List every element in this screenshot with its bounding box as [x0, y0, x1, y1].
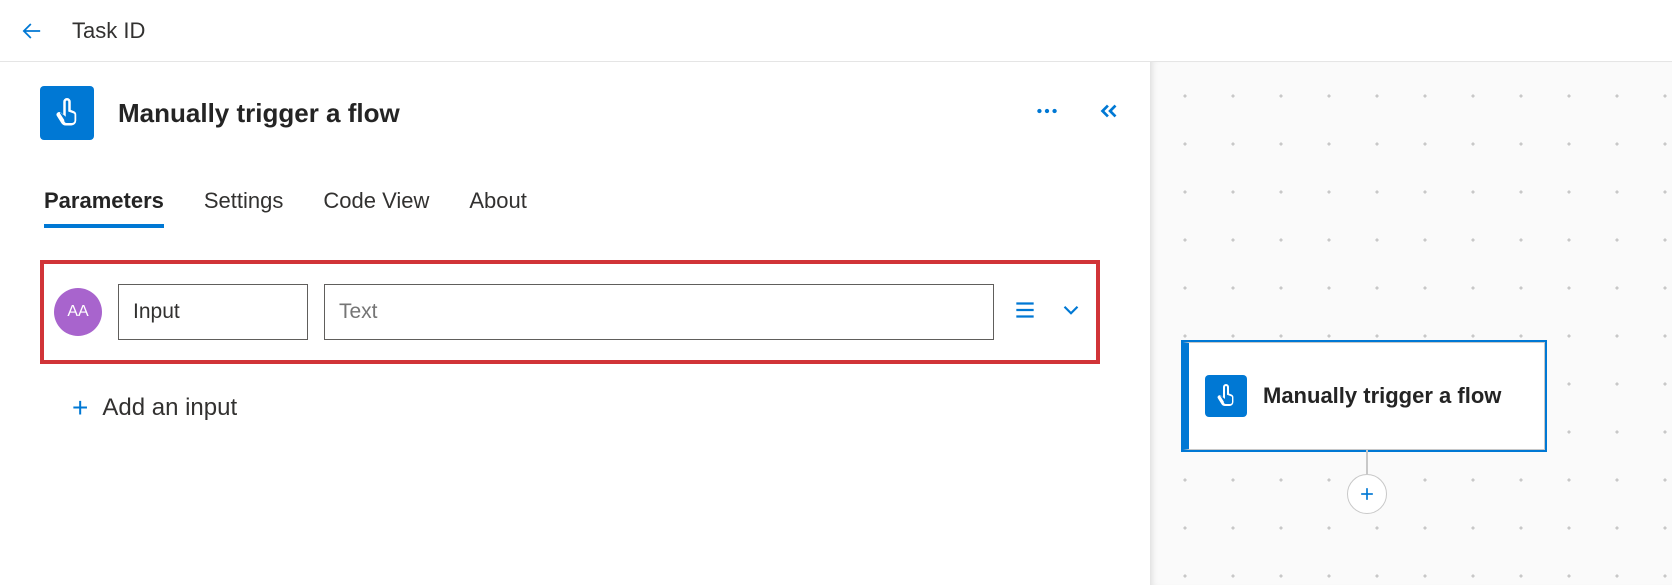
- input-name-field[interactable]: [118, 284, 308, 340]
- connector-line: [1366, 450, 1368, 474]
- panel-actions: [1030, 94, 1126, 133]
- list-button[interactable]: [1010, 295, 1040, 330]
- touch-icon: [52, 98, 82, 128]
- details-panel: Manually trigger a flow Parameters Setti…: [0, 62, 1150, 585]
- plus-icon: +: [72, 392, 88, 424]
- more-horizontal-icon: [1034, 98, 1060, 124]
- tab-code-view[interactable]: Code View: [323, 188, 429, 228]
- input-value-field[interactable]: [324, 284, 994, 340]
- trigger-card[interactable]: Manually trigger a flow: [1183, 342, 1545, 450]
- card-trigger-icon: [1205, 375, 1247, 417]
- workspace: Manually trigger a flow Parameters Setti…: [0, 62, 1672, 585]
- input-row-highlight: AA: [40, 260, 1100, 364]
- arrow-left-icon: [18, 17, 46, 45]
- back-button[interactable]: [16, 15, 48, 47]
- chevron-double-left-icon: [1096, 98, 1122, 124]
- add-input-button[interactable]: + Add an input: [40, 392, 1138, 424]
- tab-about[interactable]: About: [469, 188, 527, 228]
- panel-header: Manually trigger a flow: [40, 86, 1138, 140]
- tab-parameters[interactable]: Parameters: [44, 188, 164, 228]
- collapse-button[interactable]: [1092, 94, 1126, 133]
- text-type-badge: AA: [54, 288, 102, 336]
- badge-text: AA: [67, 303, 88, 321]
- touch-icon: [1214, 384, 1238, 408]
- plus-icon: [1357, 484, 1377, 504]
- tabs: Parameters Settings Code View About: [40, 188, 1138, 228]
- trigger-icon: [40, 86, 94, 140]
- tab-settings[interactable]: Settings: [204, 188, 284, 228]
- row-actions: [1010, 295, 1086, 330]
- flow-canvas[interactable]: Manually trigger a flow: [1150, 62, 1672, 585]
- add-input-label: Add an input: [102, 394, 237, 422]
- top-bar: Task ID: [0, 0, 1672, 62]
- list-icon: [1012, 297, 1038, 323]
- input-row: AA: [54, 284, 1086, 340]
- add-step-button[interactable]: [1347, 474, 1387, 514]
- more-button[interactable]: [1030, 94, 1064, 133]
- chevron-down-icon: [1058, 297, 1084, 323]
- dropdown-button[interactable]: [1056, 295, 1086, 330]
- card-title: Manually trigger a flow: [1263, 382, 1501, 411]
- panel-title: Manually trigger a flow: [118, 98, 1006, 129]
- page-title: Task ID: [72, 18, 145, 44]
